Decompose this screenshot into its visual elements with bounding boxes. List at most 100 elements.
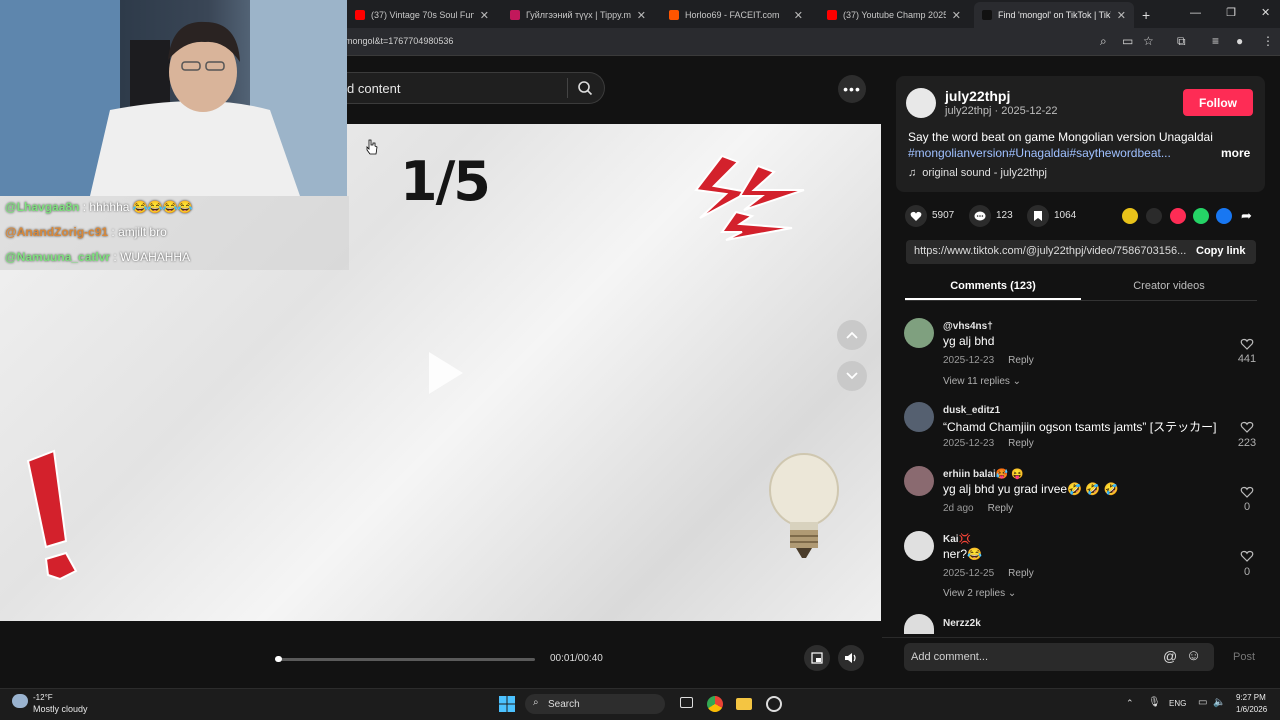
comment-heart-icon[interactable] xyxy=(1240,420,1254,434)
reply-button[interactable]: Reply xyxy=(1008,438,1034,449)
description-more-link[interactable]: more xyxy=(1221,146,1250,160)
reply-button[interactable]: Reply xyxy=(1008,355,1034,366)
input-language[interactable]: ENG xyxy=(1169,699,1186,708)
weather-temperature[interactable]: -12°F xyxy=(33,693,53,702)
mention-icon[interactable]: @ xyxy=(1163,648,1177,664)
sound-label: original sound - july22thpj xyxy=(922,167,1047,179)
follow-button[interactable]: Follow xyxy=(1183,89,1253,116)
comment-avatar[interactable] xyxy=(904,318,934,348)
comment-avatar[interactable] xyxy=(904,466,934,496)
hashtag-links[interactable]: #mongolianversion#Unagaldai#saythewordbe… xyxy=(908,146,1171,160)
whatsapp-icon[interactable] xyxy=(1193,208,1209,224)
browser-tab[interactable]: Horloo69 - FACEIT.com ✕ xyxy=(661,2,811,28)
clock-date[interactable]: 1/6/2026 xyxy=(1236,705,1267,714)
pip-button[interactable] xyxy=(804,645,830,671)
author-name[interactable]: july22thpj xyxy=(945,88,1010,104)
browser-tab[interactable]: Гуйлгээний түүх | Tippy.mn ✕ xyxy=(502,2,654,28)
comment-like-count: 223 xyxy=(1237,437,1257,449)
embed-icon[interactable] xyxy=(1146,208,1162,224)
volume-tray-icon[interactable]: 🔈 xyxy=(1213,697,1225,708)
chat-text: amjilt bro xyxy=(118,225,167,239)
browser-tab[interactable]: Find 'mongol' on TikTok | TikTo ✕ xyxy=(974,2,1134,28)
more-options-button[interactable]: ••• xyxy=(838,75,866,103)
zoom-icon[interactable]: ⌕ xyxy=(1100,34,1107,49)
comment-avatar[interactable] xyxy=(904,531,934,561)
volume-button[interactable] xyxy=(838,645,864,671)
network-icon[interactable]: ▭ xyxy=(1198,697,1207,708)
send-share-icon[interactable] xyxy=(1170,208,1186,224)
cast-icon[interactable]: ▭ xyxy=(1122,34,1133,48)
search-input-text: d content xyxy=(347,81,401,96)
tab-close-icon[interactable]: ✕ xyxy=(480,9,489,22)
browser-tab[interactable]: (37) Youtube Champ 2025 - Yo ✕ xyxy=(819,2,969,28)
reading-list-icon[interactable]: ≡ xyxy=(1212,34,1219,48)
menu-kebab-icon[interactable]: ⋮ xyxy=(1262,34,1274,48)
view-replies-link[interactable]: View 2 replies ⌄ xyxy=(943,588,1016,599)
bookmark-star-icon[interactable]: ☆ xyxy=(1143,34,1154,48)
emoji-icon[interactable]: ☺ xyxy=(1186,647,1201,664)
save-button[interactable] xyxy=(1027,205,1049,227)
view-replies-link[interactable]: View 11 replies ⌄ xyxy=(943,376,1021,387)
tab-creator-videos[interactable]: Creator videos xyxy=(1081,272,1257,300)
chrome-taskbar-icon[interactable] xyxy=(707,696,723,712)
tab-close-icon[interactable]: ✕ xyxy=(637,9,646,22)
copy-link-button[interactable]: Copy link xyxy=(1196,245,1246,257)
clock-time[interactable]: 9:27 PM xyxy=(1236,693,1266,702)
tab-comments[interactable]: Comments (123) xyxy=(905,272,1081,300)
share-link-text[interactable]: https://www.tiktok.com/@july22thpj/video… xyxy=(914,245,1186,257)
comment-username[interactable]: Kai💢 xyxy=(943,534,971,545)
minimize-icon[interactable]: — xyxy=(1190,7,1201,19)
like-button[interactable] xyxy=(905,205,927,227)
url-text[interactable]: mongol&t=1767704980536 xyxy=(345,36,453,46)
file-explorer-icon[interactable] xyxy=(736,698,752,710)
chevron-down-icon: ⌄ xyxy=(1012,376,1022,387)
comment-text: “Chamd Chamjiin ogson tsamts jamts” [ステッ… xyxy=(943,420,1217,434)
extensions-icon[interactable]: ⧉ xyxy=(1177,34,1186,49)
app-taskbar-icon[interactable] xyxy=(766,696,782,712)
video-progress-track[interactable] xyxy=(275,658,535,661)
weather-icon[interactable] xyxy=(12,694,28,708)
author-avatar[interactable] xyxy=(906,88,936,118)
previous-video-button[interactable] xyxy=(837,320,867,350)
mouse-cursor-icon xyxy=(366,139,378,155)
post-button[interactable]: Post xyxy=(1233,651,1255,663)
new-tab-button[interactable]: + xyxy=(1134,2,1158,28)
windows-start-icon[interactable] xyxy=(499,696,515,712)
window-close-icon[interactable]: ✕ xyxy=(1261,7,1270,19)
profile-avatar-icon[interactable]: ● xyxy=(1236,34,1243,48)
video-time: 00:01/00:40 xyxy=(550,653,603,664)
tab-close-icon[interactable]: ✕ xyxy=(952,9,961,22)
tab-close-icon[interactable]: ✕ xyxy=(1117,9,1126,22)
video-progress-fill[interactable] xyxy=(275,656,282,662)
exclamation-graphic xyxy=(26,449,78,581)
reply-button[interactable]: Reply xyxy=(1008,568,1034,579)
comment-heart-icon[interactable] xyxy=(1240,549,1254,563)
tab-close-icon[interactable]: ✕ xyxy=(794,9,803,22)
reply-button[interactable]: Reply xyxy=(988,503,1014,514)
comment-bubble-icon xyxy=(974,211,986,220)
comment-heart-icon[interactable] xyxy=(1240,485,1254,499)
comment-button[interactable] xyxy=(969,205,991,227)
comment-username[interactable]: dusk_editz1 xyxy=(943,405,1000,416)
restore-icon[interactable]: ❐ xyxy=(1226,7,1236,19)
search-icon[interactable] xyxy=(577,80,593,96)
comment-username[interactable]: Nerzz2k xyxy=(943,618,981,629)
facebook-icon[interactable] xyxy=(1216,208,1232,224)
browser-tab[interactable]: (37) Vintage 70s Soul Funk ✕ xyxy=(347,2,497,28)
next-video-button[interactable] xyxy=(837,361,867,391)
sound-link[interactable]: ♫ original sound - july22thpj xyxy=(908,167,1047,179)
taskbar-search[interactable] xyxy=(525,694,665,714)
system-tray-chevron-icon[interactable]: ⌃ xyxy=(1126,698,1134,709)
share-arrow-icon[interactable]: ➦ xyxy=(1241,208,1252,224)
comment-like-count: 0 xyxy=(1243,501,1251,513)
comment-username[interactable]: @vhs4ns† xyxy=(943,321,993,332)
task-view-icon[interactable] xyxy=(680,697,693,708)
tab-favicon-icon xyxy=(510,10,520,20)
microphone-icon[interactable]: 🎙 xyxy=(1148,697,1161,708)
comment-heart-icon[interactable] xyxy=(1240,337,1254,351)
comment-username[interactable]: erhiin balai🥵 😝 xyxy=(943,469,1023,480)
weather-description[interactable]: Mostly cloudy xyxy=(33,704,88,714)
coin-share-icon[interactable] xyxy=(1122,208,1138,224)
comment-avatar[interactable] xyxy=(904,402,934,432)
play-icon[interactable] xyxy=(425,350,465,396)
